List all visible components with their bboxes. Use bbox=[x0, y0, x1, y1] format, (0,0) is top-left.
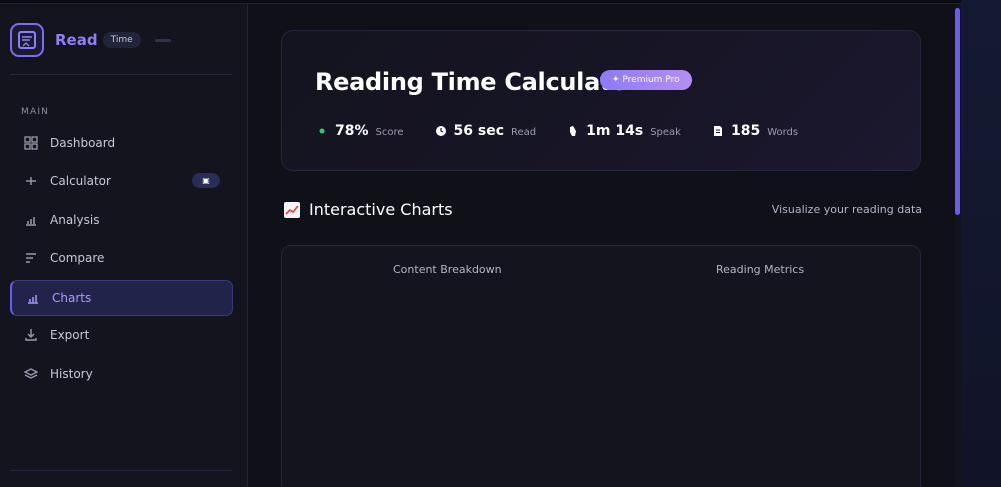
sidebar-section-label: MAIN bbox=[21, 107, 50, 117]
brand-name: Read bbox=[55, 31, 98, 49]
stat-label: Score bbox=[375, 127, 404, 138]
hero-card: Reading Time Calculator ✦ Premium Pro 78… bbox=[281, 30, 921, 171]
stat-score: 78% Score bbox=[315, 123, 404, 139]
chart-icon bbox=[26, 291, 40, 305]
stat-value: 78% bbox=[335, 123, 369, 139]
scrollbar-thumb[interactable] bbox=[955, 8, 960, 215]
sidebar-item-history[interactable]: History bbox=[10, 356, 233, 392]
sidebar-item-label: Charts bbox=[52, 291, 92, 305]
clock-icon bbox=[434, 124, 448, 138]
sidebar-item-compare[interactable]: Compare bbox=[10, 240, 233, 276]
charts-panel: Content Breakdown Reading Metrics bbox=[281, 245, 921, 487]
download-icon bbox=[24, 328, 38, 342]
bar-chart-icon bbox=[24, 213, 38, 227]
stat-label: Words bbox=[767, 127, 799, 138]
section-subtitle: Visualize your reading data bbox=[771, 203, 922, 216]
page-title: Reading Time Calculator bbox=[315, 68, 639, 96]
chart-title-content-breakdown: Content Breakdown bbox=[393, 263, 502, 276]
premium-badge: ✦ Premium Pro bbox=[600, 70, 692, 90]
sidebar-item-label: Analysis bbox=[50, 213, 100, 227]
sidebar-item-label: History bbox=[50, 367, 93, 381]
dot-icon bbox=[315, 124, 329, 138]
hand-icon bbox=[566, 124, 580, 138]
book-logo-icon bbox=[10, 23, 44, 57]
stat-read: 56 sec Read bbox=[434, 123, 537, 139]
sidebar-item-label: Dashboard bbox=[50, 136, 116, 150]
sidebar-divider bbox=[10, 74, 232, 75]
stat-label: Read bbox=[511, 127, 537, 138]
right-edge-background bbox=[961, 0, 1001, 487]
stats-row: 78% Score 56 sec Read 1m 14s Speak 185 W… bbox=[315, 121, 828, 141]
sidebar-item-export[interactable]: Export bbox=[10, 317, 233, 353]
stat-label: Speak bbox=[650, 127, 681, 138]
stat-words: 185 Words bbox=[711, 123, 798, 139]
sidebar-divider bbox=[10, 470, 232, 471]
main-content: Reading Time Calculator ✦ Premium Pro 78… bbox=[248, 4, 955, 487]
sidebar-item-dashboard[interactable]: Dashboard bbox=[10, 125, 233, 161]
sidebar: Read Time MAIN Dashboard Calculator ▣ An… bbox=[0, 4, 248, 487]
trending-chart-icon bbox=[283, 201, 301, 219]
chart-title-reading-metrics: Reading Metrics bbox=[716, 263, 805, 276]
sidebar-item-analysis[interactable]: Analysis bbox=[10, 202, 233, 238]
sidebar-item-charts[interactable]: Charts bbox=[10, 280, 233, 316]
sidebar-item-label: Export bbox=[50, 328, 90, 342]
lines-icon bbox=[24, 251, 38, 265]
grid-icon bbox=[24, 136, 38, 150]
brand-chip: Time bbox=[102, 32, 141, 48]
section-title: Interactive Charts bbox=[283, 200, 453, 219]
document-icon bbox=[711, 124, 725, 138]
calculator-icon bbox=[24, 174, 38, 188]
brand[interactable]: Read Time bbox=[10, 22, 171, 58]
sidebar-item-label: Calculator bbox=[50, 174, 111, 188]
sidebar-item-label: Compare bbox=[50, 251, 105, 265]
section-title-text: Interactive Charts bbox=[309, 200, 453, 219]
stat-value: 185 bbox=[730, 123, 761, 139]
stat-value: 1m 14s bbox=[586, 123, 644, 139]
sidebar-item-calculator[interactable]: Calculator ▣ bbox=[10, 163, 233, 199]
stat-value: 56 sec bbox=[453, 123, 505, 139]
stat-speak: 1m 14s Speak bbox=[566, 123, 681, 139]
layers-icon bbox=[24, 367, 38, 381]
brand-toggle[interactable] bbox=[154, 38, 171, 42]
calculator-badge: ▣ bbox=[192, 173, 220, 188]
